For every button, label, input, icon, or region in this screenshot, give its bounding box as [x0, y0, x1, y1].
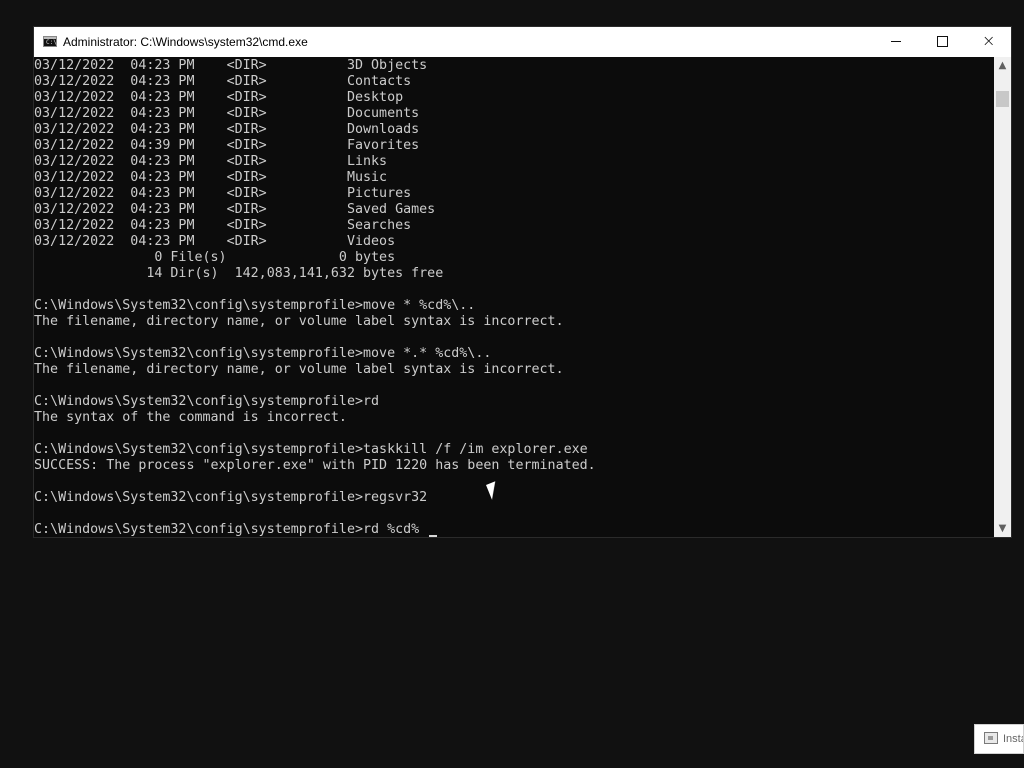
console-line: 03/12/2022 04:23 PM <DIR> Desktop [34, 90, 404, 105]
console-line: 03/12/2022 04:23 PM <DIR> Downloads [34, 122, 420, 137]
scroll-up-icon[interactable]: ▲ [994, 57, 1011, 74]
console-line: 03/12/2022 04:23 PM <DIR> Pictures [34, 186, 412, 201]
window-titlebar[interactable]: C:\ Administrator: C:\Windows\system32\c… [34, 27, 1011, 57]
command-prompt-icon: C:\ [43, 36, 57, 47]
console-line: 03/12/2022 04:23 PM <DIR> Videos [34, 234, 396, 249]
console-output[interactable]: 03/12/2022 04:23 PM <DIR> 3D Objects 03/… [34, 57, 994, 537]
close-icon: × [982, 31, 996, 50]
installer-icon [984, 732, 998, 744]
console-line: SUCCESS: The process "explorer.exe" with… [34, 458, 596, 473]
command-prompt-window[interactable]: C:\ Administrator: C:\Windows\system32\c… [34, 27, 1011, 537]
minimize-button[interactable] [873, 27, 919, 57]
close-button[interactable]: × [965, 27, 1011, 57]
window-title: Administrator: C:\Windows\system32\cmd.e… [63, 35, 308, 49]
console-line: 03/12/2022 04:23 PM <DIR> Contacts [34, 74, 412, 89]
console-line: The filename, directory name, or volume … [34, 314, 564, 329]
scroll-down-icon[interactable]: ▼ [994, 520, 1011, 537]
taskbar-window-button[interactable]: Insta [974, 724, 1024, 754]
vertical-scrollbar[interactable]: ▲ ▼ [994, 57, 1011, 537]
console-line: 03/12/2022 04:39 PM <DIR> Favorites [34, 138, 420, 153]
minimize-icon [891, 41, 901, 42]
console-line: C:\Windows\System32\config\systemprofile… [34, 442, 588, 457]
console-line: C:\Windows\System32\config\systemprofile… [34, 394, 380, 409]
console-line: 0 File(s) 0 bytes [34, 250, 396, 265]
icon-prompt-glyph: C:\ [46, 39, 57, 46]
maximize-button[interactable] [919, 27, 965, 57]
taskbar-window-label: Insta [1003, 733, 1023, 745]
maximize-icon [937, 36, 948, 47]
console-line: 14 Dir(s) 142,083,141,632 bytes free [34, 266, 444, 281]
console-line: C:\Windows\System32\config\systemprofile… [34, 298, 476, 313]
console-line: 03/12/2022 04:23 PM <DIR> Music [34, 170, 388, 185]
console-line: C:\Windows\System32\config\systemprofile… [34, 490, 428, 505]
console-line: The filename, directory name, or volume … [34, 362, 564, 377]
console-line: C:\Windows\System32\config\systemprofile… [34, 346, 492, 361]
scroll-thumb[interactable] [996, 91, 1009, 107]
console-line: 03/12/2022 04:23 PM <DIR> Saved Games [34, 202, 436, 217]
current-command-line[interactable]: C:\Windows\System32\config\systemprofile… [34, 522, 994, 537]
console-line: 03/12/2022 04:23 PM <DIR> Documents [34, 106, 420, 121]
console-line: The syntax of the command is incorrect. [34, 410, 347, 425]
console-line: 03/12/2022 04:23 PM <DIR> Links [34, 154, 388, 169]
text-caret [429, 535, 438, 537]
current-command-text[interactable]: C:\Windows\System32\config\systemprofile… [34, 522, 427, 537]
console-line: 03/12/2022 04:23 PM <DIR> Searches [34, 218, 412, 233]
console-line: 03/12/2022 04:23 PM <DIR> 3D Objects [34, 58, 428, 73]
